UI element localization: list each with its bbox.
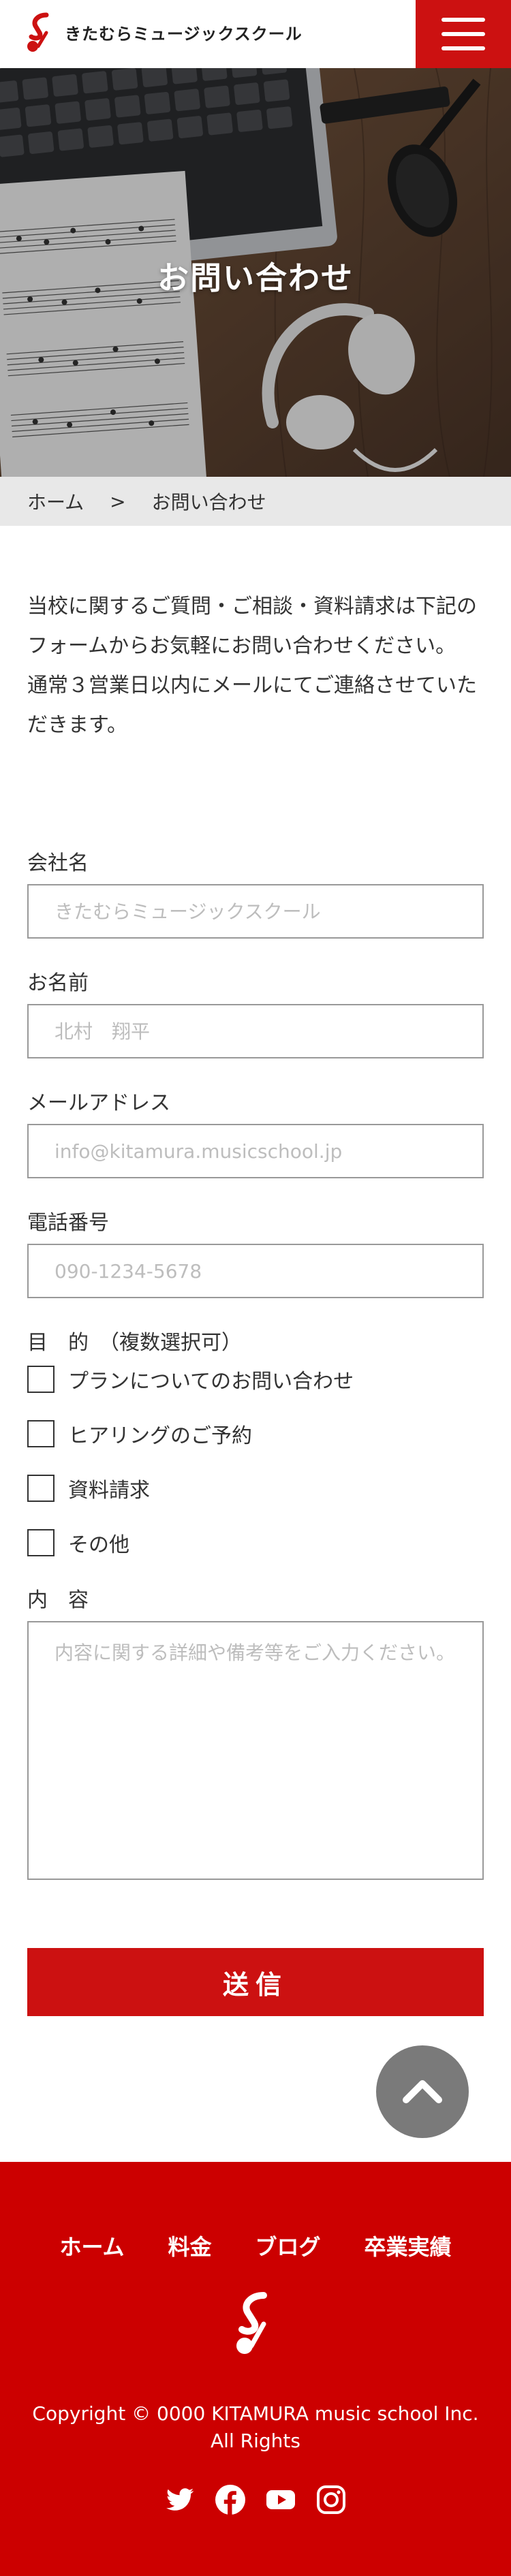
intro-text: 当校に関するご質問・ご相談・資料請求は下記のフォームからお気軽にお問い合わせくだ…: [27, 587, 484, 745]
purpose-option-plan[interactable]: プランについてのお問い合わせ: [27, 1364, 354, 1394]
name-input[interactable]: [27, 1004, 484, 1058]
breadcrumb: ホーム > お問い合わせ: [0, 477, 511, 526]
chevron-up-icon: [403, 2080, 442, 2103]
page-title: お問い合わせ: [157, 260, 354, 296]
footer-logo-icon[interactable]: [234, 2291, 277, 2359]
purpose-label: 目 的 （複数選択可）: [27, 1331, 242, 1355]
footer-nav-blog[interactable]: ブログ: [256, 2230, 321, 2261]
purpose-option-other[interactable]: その他: [27, 1528, 129, 1558]
page-top-button[interactable]: [376, 2045, 469, 2138]
footer-nav: ホーム 料金 ブログ 卒業実績: [0, 2230, 511, 2261]
site-footer: ホーム 料金 ブログ 卒業実績 Copyright © 0000 KITAMUR…: [0, 2162, 511, 2576]
footer-nav-results[interactable]: 卒業実績: [365, 2230, 452, 2261]
copyright: Copyright © 0000 KITAMURA music school I…: [0, 2400, 511, 2455]
purpose-option-hearing[interactable]: ヒアリングのご予約: [27, 1419, 252, 1449]
checkbox[interactable]: [27, 1475, 55, 1502]
purpose-option-label: 資料請求: [68, 1479, 150, 1503]
site-logo-text[interactable]: きたむらミュージックスクール: [65, 20, 303, 44]
purpose-option-materials[interactable]: 資料請求: [27, 1473, 150, 1503]
intro-paragraph-1: 当校に関するご質問・ご相談・資料請求は下記のフォームからお気軽にお問い合わせくだ…: [27, 595, 477, 658]
checkbox[interactable]: [27, 1366, 55, 1393]
content-textarea[interactable]: [27, 1621, 484, 1880]
company-input[interactable]: [27, 884, 484, 939]
content-label: 内 容: [27, 1588, 89, 1612]
checkbox[interactable]: [27, 1420, 55, 1447]
social-links: [0, 2483, 511, 2516]
footer-nav-price[interactable]: 料金: [168, 2230, 212, 2261]
logo-icon[interactable]: [26, 12, 56, 56]
purpose-option-label: ヒアリングのご予約: [68, 1424, 252, 1448]
breadcrumb-home-link[interactable]: ホーム: [27, 488, 84, 515]
copyright-line-1: Copyright © 0000 KITAMURA music school I…: [32, 2402, 479, 2425]
email-label: メールアドレス: [27, 1091, 170, 1115]
intro-paragraph-2: 通常３営業日以内にメールにてご連絡させていただきます。: [27, 674, 477, 737]
submit-button[interactable]: 送信: [27, 1948, 484, 2016]
twitter-icon[interactable]: [164, 2483, 196, 2516]
youtube-icon[interactable]: [264, 2483, 297, 2516]
purpose-option-label: プランについてのお問い合わせ: [68, 1370, 354, 1394]
hamburger-menu-icon: [442, 18, 485, 22]
breadcrumb-current: お問い合わせ: [151, 491, 266, 514]
phone-label: 電話番号: [27, 1211, 109, 1235]
copyright-line-2: All Rights: [211, 2430, 300, 2452]
site-header: きたむらミュージックスクール: [0, 0, 511, 68]
phone-input[interactable]: [27, 1244, 484, 1298]
name-label: お名前: [27, 971, 89, 995]
facebook-icon[interactable]: [214, 2483, 247, 2516]
email-input[interactable]: [27, 1124, 484, 1178]
hamburger-menu-icon-bar-bottom: [442, 46, 485, 50]
instagram-icon[interactable]: [315, 2483, 347, 2516]
breadcrumb-separator: >: [110, 490, 126, 513]
hamburger-menu-button[interactable]: [416, 0, 511, 68]
purpose-option-label: その他: [68, 1533, 129, 1557]
footer-nav-home[interactable]: ホーム: [59, 2230, 124, 2261]
hero-banner: お問い合わせ: [0, 68, 511, 477]
company-label: 会社名: [27, 851, 89, 875]
checkbox[interactable]: [27, 1529, 55, 1556]
hamburger-menu-icon-bar-middle: [442, 32, 485, 36]
